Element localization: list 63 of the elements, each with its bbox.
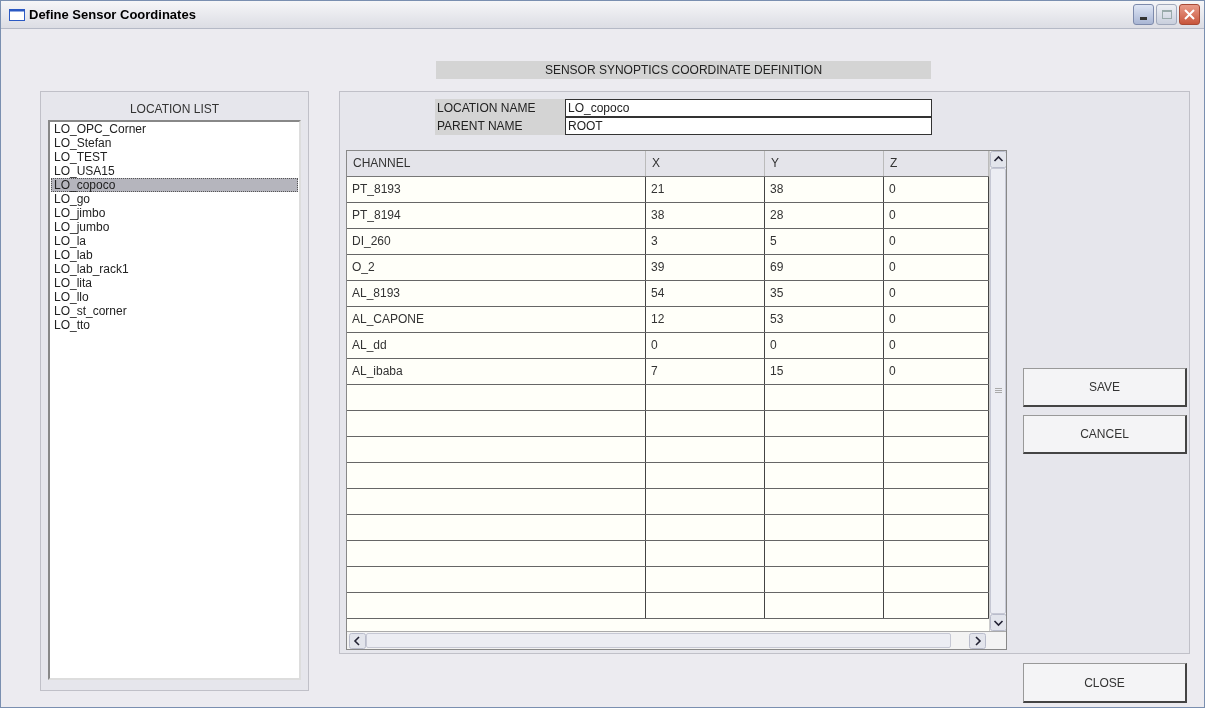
list-item[interactable]: LO_tto: [51, 318, 298, 332]
table-cell: 35: [765, 281, 884, 306]
table-cell: 39: [646, 255, 765, 280]
scroll-thumb[interactable]: [366, 633, 951, 648]
list-item[interactable]: LO_copoco: [51, 178, 298, 192]
list-item[interactable]: LO_go: [51, 192, 298, 206]
list-item[interactable]: LO_jimbo: [51, 206, 298, 220]
list-item[interactable]: LO_st_corner: [51, 304, 298, 318]
action-button[interactable]: CANCEL: [1023, 415, 1187, 454]
table-cell: 38: [765, 177, 884, 202]
list-item[interactable]: LO_lita: [51, 276, 298, 290]
list-item[interactable]: LO_lab: [51, 248, 298, 262]
table-cell: 21: [646, 177, 765, 202]
list-item[interactable]: LO_la: [51, 234, 298, 248]
list-item[interactable]: LO_TEST: [51, 150, 298, 164]
table-cell: O_2: [347, 255, 646, 280]
table-cell: 15: [765, 359, 884, 384]
table-cell: 28: [765, 203, 884, 228]
column-header[interactable]: Z: [884, 151, 989, 176]
table-cell: 38: [646, 203, 765, 228]
scroll-up-icon[interactable]: [990, 151, 1006, 168]
close-button[interactable]: CLOSE: [1023, 663, 1187, 703]
list-item[interactable]: LO_lab_rack1: [51, 262, 298, 276]
table-cell: 0: [646, 333, 765, 358]
horizontal-scrollbar[interactable]: [347, 631, 1006, 649]
window-icon: [9, 8, 25, 21]
table-cell: AL_8193: [347, 281, 646, 306]
input-field[interactable]: ROOT: [565, 117, 932, 135]
table-cell: 54: [646, 281, 765, 306]
section-heading: SENSOR SYNOPTICS COORDINATE DEFINITION: [436, 61, 931, 79]
field-label: LOCATION NAME: [435, 99, 565, 117]
table-cell: 3: [646, 229, 765, 254]
input-field[interactable]: LO_copoco: [565, 99, 932, 117]
field-label: PARENT NAME: [435, 117, 565, 135]
table-cell: 5: [765, 229, 884, 254]
table-cell: 69: [765, 255, 884, 280]
action-button[interactable]: SAVE: [1023, 368, 1187, 407]
grip-icon: [994, 388, 1002, 394]
table-cell: 12: [646, 307, 765, 332]
table-cell: PT_8193: [347, 177, 646, 202]
table-cell: AL_CAPONE: [347, 307, 646, 332]
list-item[interactable]: LO_llo: [51, 290, 298, 304]
list-title: LOCATION LIST: [128, 101, 221, 118]
table-cell: 7: [646, 359, 765, 384]
column-header[interactable]: X: [646, 151, 765, 176]
column-header[interactable]: CHANNEL: [347, 151, 646, 176]
scroll-left-icon[interactable]: [349, 632, 366, 649]
table-cell: 0: [765, 333, 884, 358]
window-title: Define Sensor Coordinates: [29, 5, 196, 24]
column-header[interactable]: Y: [765, 151, 884, 176]
scroll-down-icon[interactable]: [990, 614, 1006, 631]
minimize-button[interactable]: [1133, 4, 1154, 25]
close-icon[interactable]: [1179, 4, 1200, 25]
table-cell: PT_8194: [347, 203, 646, 228]
scroll-right-icon[interactable]: [969, 632, 986, 649]
table-cell: AL_ibaba: [347, 359, 646, 384]
table-cell: AL_dd: [347, 333, 646, 358]
list-item[interactable]: LO_Stefan: [51, 136, 298, 150]
list-item[interactable]: LO_OPC_Corner: [51, 122, 298, 136]
table-cell: 53: [765, 307, 884, 332]
list-item[interactable]: LO_jumbo: [51, 220, 298, 234]
table-cell: DI_260: [347, 229, 646, 254]
list-item[interactable]: LO_USA15: [51, 164, 298, 178]
